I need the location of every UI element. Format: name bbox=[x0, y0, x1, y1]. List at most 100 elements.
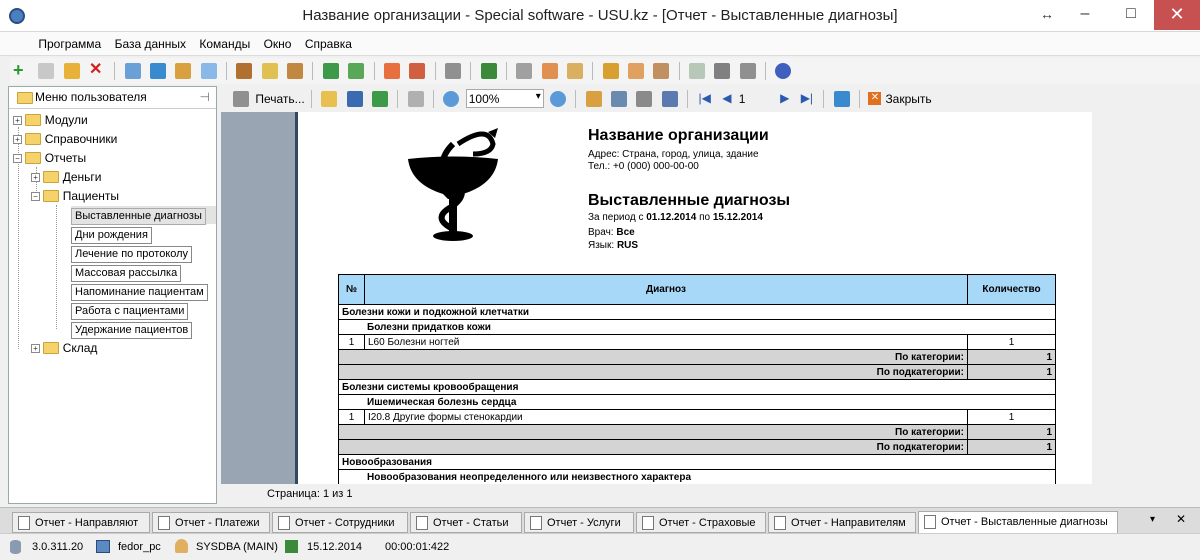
zoom-in-icon[interactable] bbox=[443, 91, 460, 107]
chevron-down-icon[interactable]: ▾ bbox=[536, 91, 541, 102]
documents-icon[interactable] bbox=[444, 63, 461, 79]
tree-item-retention[interactable]: Удержание пациентов bbox=[71, 320, 193, 339]
tab-referrals[interactable]: Отчет - Направляют bbox=[12, 512, 150, 533]
tab-articles[interactable]: Отчет - Статьи bbox=[410, 512, 522, 533]
expand-icon[interactable]: + bbox=[13, 135, 22, 145]
user-menu-panel: Меню пользователя ⊣ + Модули + Справочни… bbox=[8, 86, 217, 504]
edit-page-icon[interactable] bbox=[661, 91, 678, 107]
expand-icon[interactable]: + bbox=[31, 173, 40, 183]
tree-item-mailing[interactable]: Массовая рассылка bbox=[71, 263, 182, 282]
excel-icon[interactable] bbox=[322, 63, 339, 79]
report-viewer[interactable]: Название организации Адрес: Страна, горо… bbox=[221, 112, 1092, 484]
window-icon[interactable] bbox=[409, 63, 426, 79]
printer-icon[interactable] bbox=[233, 91, 249, 107]
print-button[interactable]: Печать... bbox=[255, 92, 304, 106]
menu-help[interactable]: Справка bbox=[300, 32, 357, 51]
calendar-icon[interactable] bbox=[480, 63, 497, 79]
watermark-icon[interactable] bbox=[636, 91, 653, 107]
subcategory-total-row: По подкатегории: 1 bbox=[338, 364, 1056, 380]
menu-commands[interactable]: Команды bbox=[194, 32, 255, 51]
edit-icon[interactable] bbox=[63, 63, 80, 79]
tree-item-patients[interactable]: − Пациенты bbox=[31, 187, 119, 205]
maximize-button[interactable]: □ bbox=[1108, 0, 1154, 30]
search-icon[interactable] bbox=[124, 63, 141, 79]
tab-referrers[interactable]: Отчет - Направителям bbox=[768, 512, 916, 533]
first-page-button[interactable]: |◀ bbox=[699, 91, 711, 105]
user-settings-icon[interactable] bbox=[653, 63, 670, 79]
tree-item-protocol[interactable]: Лечение по протоколу bbox=[71, 244, 193, 263]
comment-icon[interactable] bbox=[200, 63, 217, 79]
minimize-button[interactable]: – bbox=[1062, 0, 1108, 30]
subcategory-row: Болезни придатков кожи bbox=[338, 319, 1056, 335]
tree-item-directories[interactable]: + Справочники bbox=[13, 130, 117, 148]
new-window-icon[interactable] bbox=[383, 63, 400, 79]
lock-icon[interactable] bbox=[602, 63, 619, 79]
media-icon[interactable] bbox=[739, 63, 756, 79]
menu-window[interactable]: Окно bbox=[259, 32, 297, 51]
report-language: Язык: RUS bbox=[588, 240, 639, 251]
close-report-icon[interactable]: ✕ bbox=[868, 92, 882, 105]
prev-page-button[interactable]: ◀ bbox=[722, 91, 731, 105]
folder-icon bbox=[25, 132, 42, 145]
tree-item-modules[interactable]: + Модули bbox=[13, 111, 88, 129]
pin-icon[interactable]: ⊣ bbox=[200, 90, 210, 104]
save-icon[interactable] bbox=[346, 91, 363, 107]
printer-icon[interactable] bbox=[714, 63, 731, 79]
user-name: SYSDBA (MAIN) bbox=[196, 541, 278, 553]
table-icon[interactable] bbox=[689, 63, 705, 79]
zoom-value: 100% bbox=[468, 92, 500, 106]
last-page-button[interactable]: ▶| bbox=[801, 91, 813, 105]
zoom-select[interactable]: 100% ▾ bbox=[465, 89, 544, 108]
export-icon[interactable] bbox=[175, 63, 192, 79]
info-icon[interactable] bbox=[775, 63, 792, 79]
tree-item-diagnoses[interactable]: Выставленные диагнозы bbox=[71, 206, 216, 225]
preview-icon[interactable] bbox=[407, 91, 424, 107]
expand-icon[interactable]: + bbox=[31, 344, 40, 354]
version-text: 3.0.311.20 bbox=[32, 541, 84, 553]
document-icon bbox=[924, 515, 936, 529]
tab-insurance[interactable]: Отчет - Страховые bbox=[636, 512, 766, 533]
menu-database[interactable]: База данных bbox=[110, 32, 191, 51]
filter-icon[interactable] bbox=[236, 63, 253, 79]
add-icon[interactable]: + bbox=[13, 61, 29, 79]
collapse-icon[interactable]: − bbox=[31, 192, 40, 202]
category-total-row: По категории: 1 bbox=[338, 349, 1056, 365]
palette-icon[interactable] bbox=[541, 63, 558, 79]
tree-item-warehouse[interactable]: + Склад bbox=[31, 339, 97, 357]
page-setup-icon[interactable] bbox=[611, 91, 628, 107]
report-icon[interactable] bbox=[348, 63, 365, 79]
group-icon[interactable] bbox=[287, 63, 304, 79]
open-icon[interactable] bbox=[321, 91, 338, 107]
page-input[interactable]: 1 bbox=[739, 92, 773, 106]
tab-close-icon[interactable]: ✕ bbox=[1176, 512, 1186, 526]
expand-icon[interactable]: + bbox=[13, 116, 22, 126]
tab-services[interactable]: Отчет - Услуги bbox=[524, 512, 634, 533]
tab-payments[interactable]: Отчет - Платежи bbox=[152, 512, 270, 533]
collapse-icon[interactable]: − bbox=[13, 154, 22, 164]
tab-diagnoses[interactable]: Отчет - Выставленные диагнозы bbox=[918, 511, 1118, 534]
sort-icon[interactable] bbox=[261, 63, 278, 79]
next-page-button[interactable]: ▶ bbox=[780, 91, 789, 105]
notes-icon[interactable] bbox=[566, 63, 583, 79]
export-icon[interactable] bbox=[372, 91, 389, 107]
tab-list-chevron-icon[interactable]: ▾ bbox=[1150, 514, 1155, 525]
copy-icon[interactable] bbox=[38, 63, 55, 79]
refresh-icon[interactable] bbox=[150, 63, 167, 79]
tree-item-reports[interactable]: − Отчеты bbox=[13, 149, 86, 167]
refresh-icon[interactable] bbox=[833, 91, 850, 107]
menu-program[interactable]: Программа bbox=[33, 32, 106, 51]
users-icon[interactable] bbox=[627, 63, 644, 79]
zoom-out-icon[interactable] bbox=[550, 91, 567, 107]
close-report-button[interactable]: Закрыть bbox=[885, 92, 931, 106]
close-button[interactable]: ✕ bbox=[1154, 0, 1200, 30]
table-row: 1 I20.8 Другие формы стенокардии 1 bbox=[338, 409, 1056, 425]
tree-item-work-patients[interactable]: Работа с пациентами bbox=[71, 301, 189, 320]
delete-icon[interactable]: ✕ bbox=[89, 62, 105, 79]
pc-name: fedor_pc bbox=[118, 541, 161, 553]
tools-icon[interactable] bbox=[516, 63, 533, 79]
outline-icon[interactable] bbox=[585, 91, 602, 107]
tree-item-money[interactable]: + Деньги bbox=[31, 168, 101, 186]
tree-item-birthdays[interactable]: Дни рождения bbox=[71, 225, 152, 244]
tree-item-reminders[interactable]: Напоминание пациентам bbox=[71, 282, 208, 301]
tab-staff[interactable]: Отчет - Сотрудники bbox=[272, 512, 408, 533]
